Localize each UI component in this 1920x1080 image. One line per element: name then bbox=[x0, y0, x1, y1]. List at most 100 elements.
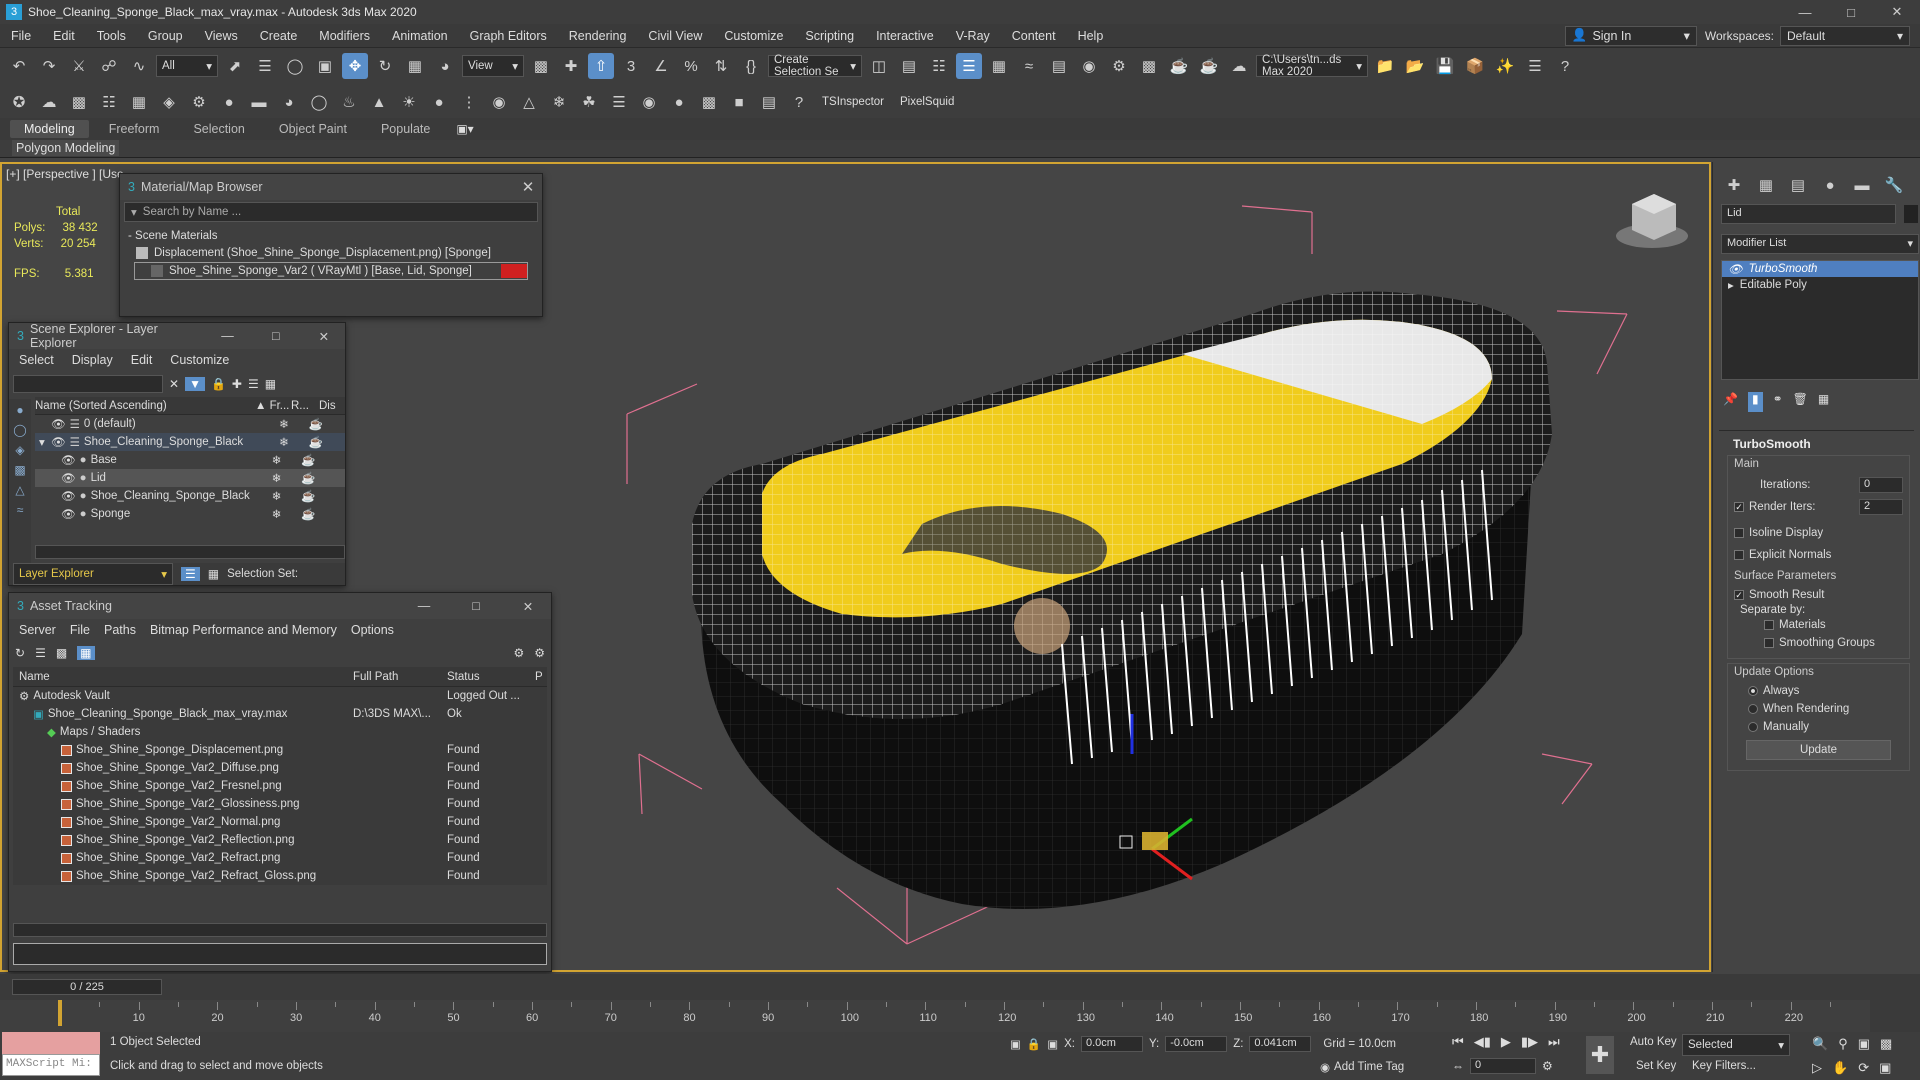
freeze-icon[interactable]: ❄ bbox=[259, 453, 295, 467]
edit-named-selection-icon[interactable]: {} bbox=[738, 53, 764, 79]
display-spacewarps-icon[interactable]: ≈ bbox=[17, 503, 24, 517]
menu-tools[interactable]: Tools bbox=[86, 29, 137, 43]
project-settings-icon[interactable]: 📦 bbox=[1462, 53, 1488, 79]
render-teapot-icon[interactable]: ☕ bbox=[295, 471, 323, 485]
key-selection-dropdown[interactable]: Selected ▾ bbox=[1682, 1034, 1790, 1056]
zoom-icon[interactable]: 🔍 bbox=[1812, 1036, 1828, 1052]
scene-explorer-header[interactable]: 3 Scene Explorer - Layer Explorer — □ ✕ bbox=[9, 322, 345, 350]
refresh-icon[interactable]: ↻ bbox=[15, 646, 25, 660]
configure-sets-icon[interactable]: ▦ bbox=[1818, 392, 1829, 412]
mirror-icon[interactable]: ◫ bbox=[866, 53, 892, 79]
add-time-tag-label[interactable]: Add Time Tag bbox=[1334, 1061, 1404, 1073]
asset-row[interactable]: Shoe_Shine_Sponge_Var2_Normal.png Found bbox=[13, 813, 547, 831]
vray-ball-icon[interactable]: ● bbox=[426, 89, 452, 115]
material-item-selected[interactable]: Shoe_Shine_Sponge_Var2 ( VRayMtl ) [Base… bbox=[134, 262, 528, 280]
ribbon-options-icon[interactable]: ▣▾ bbox=[450, 122, 479, 136]
scene-explorer-search[interactable] bbox=[13, 375, 163, 393]
close-icon[interactable]: ✕ bbox=[514, 178, 542, 196]
asset-row[interactable]: ⚙ Autodesk Vault Logged Out ... bbox=[13, 687, 547, 705]
time-tag-icon[interactable]: ◉ bbox=[1320, 1060, 1330, 1074]
select-by-name-icon[interactable]: ☰ bbox=[252, 53, 278, 79]
next-frame-icon[interactable]: ▮▶ bbox=[1521, 1034, 1538, 1050]
vray-clipper-icon[interactable]: ◉ bbox=[486, 89, 512, 115]
show-end-result-icon[interactable]: ▮ bbox=[1747, 392, 1763, 412]
object-color-swatch[interactable] bbox=[1904, 205, 1918, 223]
current-frame-field[interactable]: 0 bbox=[1470, 1058, 1536, 1074]
tsinspector-button[interactable]: TSInspector bbox=[816, 96, 890, 108]
column-status[interactable]: Status bbox=[447, 671, 535, 683]
script-icon[interactable]: ☰ bbox=[1522, 53, 1548, 79]
menu-vray[interactable]: V-Ray bbox=[945, 29, 1001, 43]
maxscript-listener[interactable]: MAXScript Mi: bbox=[2, 1032, 100, 1078]
modifier-list-dropdown[interactable]: Modifier List ▾ bbox=[1721, 234, 1919, 254]
set-key-icon[interactable]: ✚ bbox=[1586, 1036, 1614, 1074]
render-teapot-icon[interactable]: ☕ bbox=[295, 507, 323, 521]
vray-env-icon[interactable]: ❄ bbox=[546, 89, 572, 115]
toggle-ribbon-icon[interactable]: ▦ bbox=[986, 53, 1012, 79]
minimize-icon[interactable]: — bbox=[401, 599, 447, 613]
add-layer-icon[interactable]: ✚ bbox=[232, 377, 242, 391]
vray-dome-icon[interactable]: ◕ bbox=[276, 89, 302, 115]
minimize-icon[interactable]: — bbox=[1782, 5, 1828, 20]
render-teapot-icon[interactable]: ☕ bbox=[302, 435, 330, 449]
vray-cone-icon[interactable]: ▲ bbox=[366, 89, 392, 115]
time-config-icon[interactable]: ⚙ bbox=[1542, 1059, 1553, 1073]
menu-file[interactable]: File bbox=[0, 29, 42, 43]
expand-arrow-icon[interactable]: ▾ bbox=[39, 435, 49, 449]
turbosmooth-title[interactable]: TurboSmooth bbox=[1719, 437, 1914, 451]
render-teapot-icon[interactable]: ☕ bbox=[295, 489, 323, 503]
rendered-frame-window-icon[interactable]: ▩ bbox=[1136, 53, 1162, 79]
column-name[interactable]: Name bbox=[13, 671, 353, 683]
help-icon[interactable]: ⚙ bbox=[534, 646, 545, 660]
unlink-icon[interactable]: ☍ bbox=[96, 53, 122, 79]
scene-explorer-row[interactable]: 👁 ● Lid ❄ ☕ bbox=[35, 469, 345, 487]
modify-tab-icon[interactable]: ▦ bbox=[1753, 172, 1779, 198]
toggle-layer-explorer-icon[interactable]: ☰ bbox=[956, 53, 982, 79]
zoom-all-icon[interactable]: ⚲ bbox=[1838, 1036, 1848, 1052]
menu-rendering[interactable]: Rendering bbox=[558, 29, 638, 43]
visibility-eye-icon[interactable]: 👁 bbox=[61, 507, 76, 521]
render-iters-checkbox[interactable]: ✓ bbox=[1734, 502, 1744, 512]
tab-modeling[interactable]: Modeling bbox=[10, 120, 89, 138]
when-rendering-radio[interactable] bbox=[1748, 704, 1758, 714]
freeze-icon[interactable]: ❄ bbox=[259, 489, 295, 503]
column-display[interactable]: Dis bbox=[319, 400, 336, 412]
vray-helper-icon[interactable]: △ bbox=[516, 89, 542, 115]
column-full-path[interactable]: Full Path bbox=[353, 671, 447, 683]
menu-animation[interactable]: Animation bbox=[381, 29, 459, 43]
menu-civil-view[interactable]: Civil View bbox=[637, 29, 713, 43]
percent-snap-icon[interactable]: % bbox=[678, 53, 704, 79]
schematic-view-icon[interactable]: ▤ bbox=[1046, 53, 1072, 79]
time-slider[interactable]: 0 / 225 bbox=[12, 979, 162, 995]
display-helpers-icon[interactable]: △ bbox=[15, 483, 24, 497]
material-search-field[interactable]: ▾ Search by Name ... bbox=[124, 202, 538, 222]
vray-icon[interactable]: ✨ bbox=[1492, 53, 1518, 79]
move-icon[interactable]: ✥ bbox=[342, 53, 368, 79]
app-icon[interactable]: 3 bbox=[6, 4, 22, 20]
workspaces-dropdown[interactable]: Default ▾ bbox=[1780, 25, 1910, 46]
freeze-icon[interactable]: ❄ bbox=[259, 507, 295, 521]
orbit-icon[interactable]: ⟳ bbox=[1858, 1060, 1869, 1076]
scale-icon[interactable]: ▦ bbox=[402, 53, 428, 79]
menu-display[interactable]: Display bbox=[72, 353, 113, 367]
stack-item-turbosmooth[interactable]: 👁 TurboSmooth bbox=[1722, 261, 1918, 277]
x-coordinate-field[interactable]: 0.0cm bbox=[1080, 1036, 1143, 1052]
pan-icon[interactable]: ✋ bbox=[1832, 1060, 1848, 1076]
tab-selection[interactable]: Selection bbox=[179, 120, 258, 138]
menu-edit[interactable]: Edit bbox=[131, 353, 153, 367]
remove-modifier-icon[interactable]: 🗑 bbox=[1793, 392, 1808, 412]
isoline-display-checkbox[interactable] bbox=[1734, 528, 1744, 538]
display-lights-icon[interactable]: ◈ bbox=[15, 443, 24, 457]
update-button[interactable]: Update bbox=[1746, 740, 1891, 760]
render-iters-spinner[interactable]: 2 bbox=[1859, 499, 1903, 515]
auto-key-button[interactable]: Auto Key bbox=[1630, 1036, 1677, 1048]
column-renderable[interactable]: R... bbox=[291, 400, 319, 412]
render-teapot-icon[interactable]: ☕ bbox=[295, 453, 323, 467]
selection-filter-dropdown[interactable]: All ▾ bbox=[156, 55, 218, 77]
key-filters-button[interactable]: Key Filters... bbox=[1692, 1060, 1756, 1072]
z-coordinate-field[interactable]: 0.041cm bbox=[1249, 1036, 1312, 1052]
vray-tex-icon[interactable]: ▩ bbox=[696, 89, 722, 115]
minimize-icon[interactable]: — bbox=[206, 329, 248, 343]
expand-arrow-icon[interactable]: ▸ bbox=[1728, 278, 1734, 292]
angle-snap-icon[interactable]: ∠ bbox=[648, 53, 674, 79]
